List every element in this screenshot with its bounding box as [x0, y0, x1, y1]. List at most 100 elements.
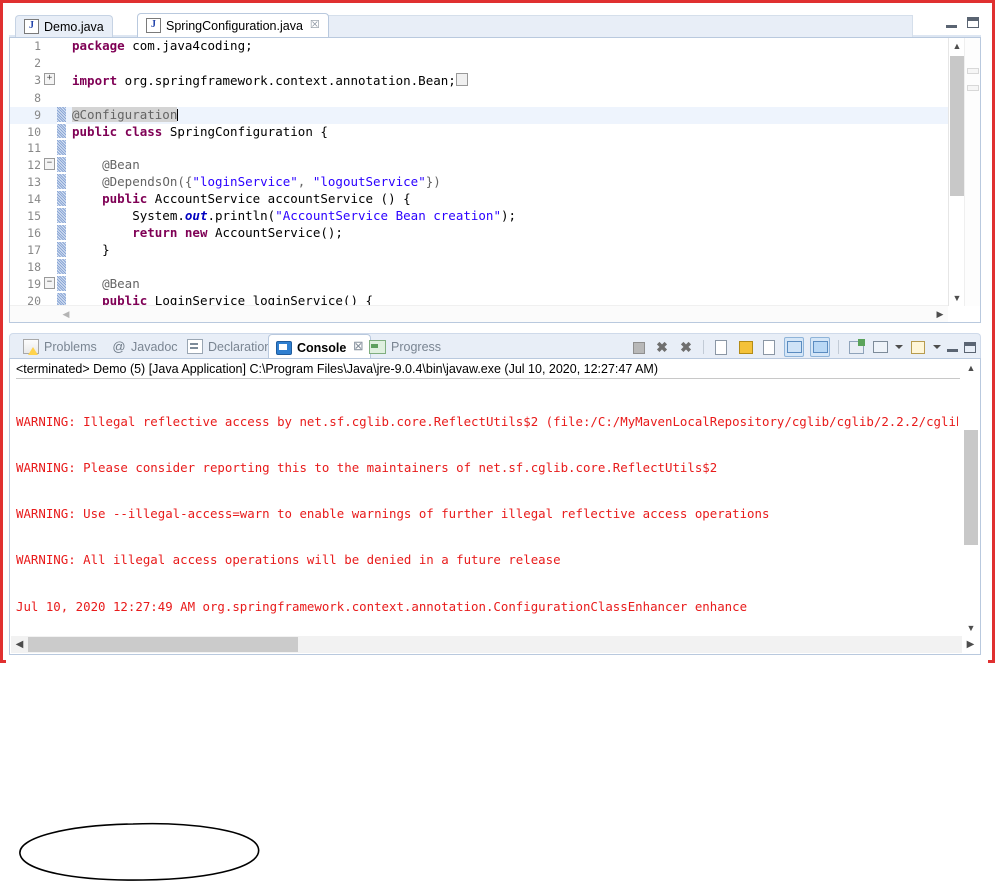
editor-body: 1 package com.java4coding; 2 3 + import … [9, 37, 981, 323]
console-line: WARNING: Illegal reflective access by ne… [16, 413, 958, 429]
console-body: <terminated> Demo (5) [Java Application]… [9, 358, 981, 655]
fold-cell [42, 292, 57, 306]
close-icon[interactable]: ☒ [310, 20, 320, 31]
fold-cell [42, 89, 57, 107]
annotation-ruler [57, 38, 66, 55]
fold-collapse-icon[interactable]: − [42, 157, 57, 175]
pin-console-button[interactable] [847, 338, 865, 356]
remove-all-terminated-button[interactable]: ✖ [677, 338, 695, 356]
code-line: 16 return new AccountService(); [10, 224, 948, 242]
annotation-ruler [57, 123, 66, 141]
code-line: 19 − @Bean [10, 275, 948, 293]
editor-tab-label: SpringConfiguration.java [166, 18, 303, 33]
display-selected-console-button[interactable] [871, 338, 889, 356]
console-output[interactable]: WARNING: Illegal reflective access by ne… [16, 383, 958, 632]
scroll-right-icon[interactable]: ▶ [962, 636, 979, 653]
line-number: 11 [10, 140, 42, 158]
minimize-icon[interactable] [947, 342, 958, 352]
fold-collapse-icon[interactable]: − [42, 275, 57, 293]
tab-console[interactable]: Console ☒ [268, 334, 372, 360]
code-line: 2 [10, 54, 948, 72]
annotation-ruler [57, 174, 66, 191]
scrollbar-thumb[interactable] [964, 430, 978, 545]
code-text: public LoginService loginService() { [102, 292, 374, 306]
annotation-ruler [57, 191, 66, 208]
toolbar-separator [703, 340, 704, 354]
open-console-button[interactable] [909, 338, 927, 356]
code-line: 8 [10, 89, 948, 107]
scroll-up-icon[interactable]: ▲ [949, 38, 965, 54]
tab-label: Progress [391, 339, 442, 354]
console-tab-folder: Problems @ Javadoc Declaration Console ☒… [9, 333, 981, 360]
annotation-ruler [57, 157, 66, 174]
tab-label: Declaration [208, 339, 272, 354]
fold-cell [42, 140, 57, 158]
editor-tab-demo-java[interactable]: J Demo.java [15, 15, 113, 37]
editor-horizontal-scrollbar[interactable]: ◀ ▶ [10, 305, 948, 322]
terminate-button[interactable] [629, 338, 647, 356]
overview-marker[interactable] [967, 68, 979, 74]
tab-progress[interactable]: Progress [362, 335, 448, 358]
annotation-ruler [57, 106, 66, 124]
fold-expand-icon[interactable]: + [42, 71, 57, 90]
scrollbar-thumb[interactable] [950, 56, 964, 196]
console-horizontal-scrollbar[interactable]: ◀ ▶ [11, 636, 974, 653]
scroll-down-icon[interactable]: ▼ [949, 290, 965, 306]
code-line: 1 package com.java4coding; [10, 38, 948, 55]
clear-console-button[interactable] [712, 338, 730, 356]
remove-launch-button[interactable]: ✖ [653, 338, 671, 356]
scroll-left-icon[interactable]: ◀ [58, 306, 74, 322]
line-number: 15 [10, 208, 42, 225]
code-line: 9 @Configuration [10, 106, 948, 124]
line-number: 14 [10, 191, 42, 209]
scrollbar-thumb[interactable] [28, 637, 298, 652]
tab-problems[interactable]: Problems [16, 335, 104, 358]
console-line: Jul 10, 2020 12:27:49 AM org.springframe… [16, 598, 748, 614]
code-line: 11 [10, 140, 948, 158]
editor-vertical-scrollbar[interactable]: ▲ ▼ [948, 38, 965, 306]
code-text [66, 90, 948, 107]
editor-tab-folder: J Demo.java J SpringConfiguration.java ☒ [9, 13, 981, 38]
code-text: import org.springframework.context.annot… [66, 72, 948, 90]
code-text [66, 55, 948, 72]
scroll-left-icon[interactable]: ◀ [11, 636, 28, 653]
maximize-icon[interactable] [967, 17, 979, 28]
tab-label: Console [297, 340, 347, 355]
minimize-icon[interactable] [946, 18, 957, 28]
overview-marker[interactable] [967, 85, 979, 91]
console-line: WARNING: Use --illegal-access=warn to en… [16, 506, 770, 522]
show-console-on-error-button[interactable] [810, 337, 830, 357]
progress-icon [369, 339, 386, 354]
line-number: 1 [10, 38, 42, 55]
scroll-up-icon[interactable]: ▲ [963, 360, 979, 376]
code-line: 12 − @Bean [10, 157, 948, 175]
eclipse-workbench: J Demo.java J SpringConfiguration.java ☒… [6, 6, 988, 881]
code-area[interactable]: 1 package com.java4coding; 2 3 + import … [10, 38, 948, 306]
tab-label: Javadoc [131, 339, 178, 354]
code-line: 20 public LoginService loginService() { [10, 292, 948, 306]
editor-part-controls [946, 17, 979, 28]
console-vertical-scrollbar[interactable]: ▲ ▼ [963, 360, 979, 636]
scroll-right-icon[interactable]: ▶ [932, 306, 948, 322]
annotation-ruler [57, 140, 66, 157]
code-text: System.out.println("AccountService Bean … [72, 208, 517, 224]
show-console-on-output-button[interactable] [784, 337, 804, 357]
line-number: 19 [10, 275, 42, 293]
scroll-down-icon[interactable]: ▼ [963, 620, 979, 636]
maximize-icon[interactable] [964, 341, 976, 353]
tab-declaration[interactable]: Declaration [180, 335, 278, 358]
code-text: @DependsOn({"loginService", "logoutServi… [102, 174, 441, 190]
code-line: 10 public class SpringConfiguration { [10, 123, 948, 141]
chevron-down-icon[interactable] [933, 345, 941, 349]
tab-javadoc[interactable]: @ Javadoc [105, 335, 185, 358]
scroll-lock-button[interactable] [736, 338, 754, 356]
editor-overview-ruler[interactable] [964, 38, 980, 306]
javadoc-icon: @ [112, 339, 126, 354]
console-toolbar: ✖ ✖ [629, 337, 976, 357]
editor-tab-springconfiguration-java[interactable]: J SpringConfiguration.java ☒ [137, 13, 329, 38]
word-wrap-button[interactable] [760, 338, 778, 356]
chevron-down-icon[interactable] [895, 345, 903, 349]
line-number: 13 [10, 174, 42, 192]
fold-cell [42, 38, 57, 55]
line-number: 20 [10, 292, 42, 306]
